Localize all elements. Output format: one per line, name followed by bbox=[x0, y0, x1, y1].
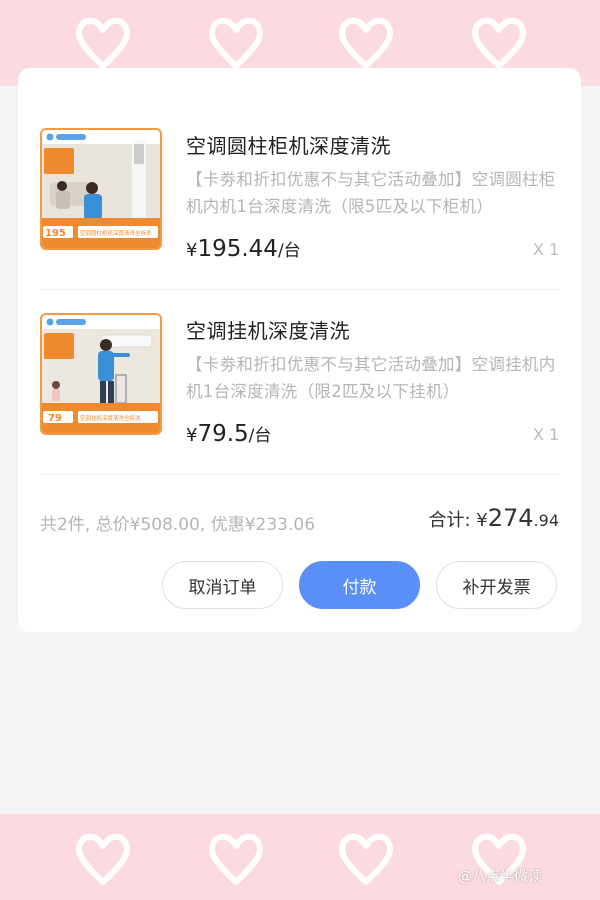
order-total: 合计: ¥274.94 bbox=[428, 504, 559, 532]
order-summary: 共2件, 总价¥508.00, 优惠¥233.06 bbox=[40, 515, 316, 535]
heart-icon bbox=[472, 17, 526, 69]
order-item[interactable]: 79 空调挂机深度清洗全拆洗 空调挂机深度清洗 【卡劵和折扣优惠不与其它活动叠加… bbox=[40, 313, 560, 463]
thumbnail-image: 79 空调挂机深度清洗全拆洗 bbox=[42, 315, 160, 433]
order-card: 195 空调圆柱柜机深度清洗全拆洗 空调圆柱柜机深度清洗 【卡劵和折扣优惠不与其… bbox=[18, 68, 581, 632]
total-decimal: .94 bbox=[533, 511, 559, 530]
watermark: @八点半微读 bbox=[458, 869, 542, 885]
item-price: ¥195.44/台 bbox=[186, 236, 301, 262]
thumbnail-image: 195 空调圆柱柜机深度清洗全拆洗 bbox=[42, 130, 160, 248]
price-unit: /台 bbox=[248, 426, 272, 446]
item-quantity: X 1 bbox=[533, 240, 560, 259]
order-item[interactable]: 195 空调圆柱柜机深度清洗全拆洗 空调圆柱柜机深度清洗 【卡劵和折扣优惠不与其… bbox=[40, 128, 560, 278]
total-currency-symbol: ¥ bbox=[476, 510, 488, 531]
decorative-banner-bottom bbox=[0, 814, 600, 900]
currency-symbol: ¥ bbox=[186, 425, 198, 446]
total-integer: 274 bbox=[487, 504, 534, 532]
heart-icon bbox=[209, 833, 263, 885]
item-quantity: X 1 bbox=[533, 425, 560, 444]
heart-icon bbox=[76, 17, 130, 69]
currency-symbol: ¥ bbox=[186, 240, 198, 261]
total-label: 合计: bbox=[428, 510, 477, 531]
product-thumbnail[interactable]: 195 空调圆柱柜机深度清洗全拆洗 bbox=[40, 128, 162, 250]
thumbnail-caption: 空调挂机深度清洗全拆洗 bbox=[80, 414, 141, 422]
item-title[interactable]: 空调挂机深度清洗 bbox=[186, 315, 350, 344]
heart-icon bbox=[339, 17, 393, 69]
item-price: ¥79.5/台 bbox=[186, 421, 271, 447]
heart-icon bbox=[76, 833, 130, 885]
item-description: 【卡劵和折扣优惠不与其它活动叠加】空调圆柱柜机内机1台深度清洗（限5匹及以下柜机… bbox=[186, 170, 556, 216]
item-title[interactable]: 空调圆柱柜机深度清洗 bbox=[186, 130, 391, 159]
thumbnail-price: 79 bbox=[48, 413, 62, 424]
divider bbox=[40, 289, 560, 290]
price-value: 79.5 bbox=[197, 421, 249, 447]
cancel-order-button[interactable]: 取消订单 bbox=[162, 561, 283, 609]
heart-icon bbox=[209, 17, 263, 69]
divider bbox=[40, 474, 560, 475]
thumbnail-caption: 空调圆柱柜机深度清洗全拆洗 bbox=[80, 229, 152, 237]
price-unit: /台 bbox=[277, 241, 301, 261]
product-thumbnail[interactable]: 79 空调挂机深度清洗全拆洗 bbox=[40, 313, 162, 435]
thumbnail-price: 195 bbox=[45, 228, 66, 239]
price-value: 195.44 bbox=[197, 236, 278, 262]
heart-icon bbox=[339, 833, 393, 885]
item-description: 【卡劵和折扣优惠不与其它活动叠加】空调挂机内机1台深度清洗（限2匹及以下挂机） bbox=[186, 355, 556, 401]
invoice-button[interactable]: 补开发票 bbox=[436, 561, 557, 609]
pay-button[interactable]: 付款 bbox=[299, 561, 420, 609]
